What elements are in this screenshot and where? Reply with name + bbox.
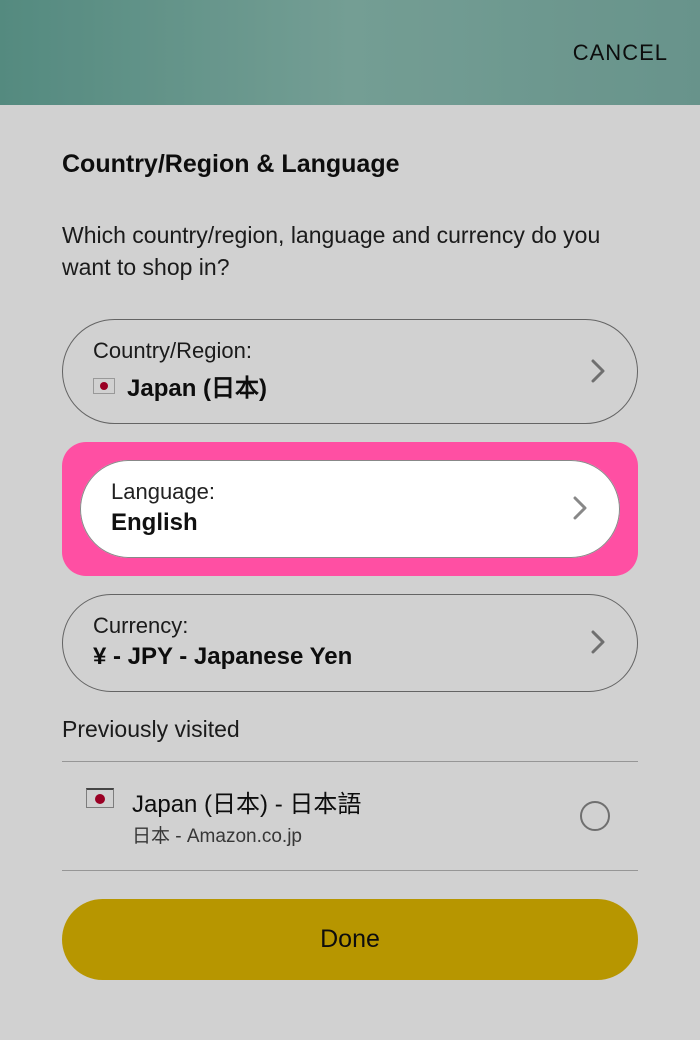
currency-value: ¥ - JPY - Japanese Yen (93, 643, 352, 671)
currency-selector[interactable]: Currency: ¥ - JPY - Japanese Yen (62, 594, 638, 692)
language-highlight: Language: English (62, 442, 638, 576)
radio-unselected-icon[interactable] (580, 801, 610, 831)
language-value: English (111, 509, 215, 537)
cancel-button[interactable]: CANCEL (573, 40, 668, 66)
previous-item-subtitle: 日本 - Amazon.co.jp (132, 821, 580, 848)
done-button[interactable]: Done (62, 899, 638, 980)
chevron-right-icon (571, 494, 589, 522)
page-subtitle: Which country/region, language and curre… (62, 219, 638, 283)
previously-visited-header: Previously visited (62, 716, 638, 743)
content-area: Country/Region & Language Which country/… (0, 105, 700, 980)
language-label: Language: (111, 479, 215, 505)
country-label: Country/Region: (93, 338, 267, 364)
japan-flag-icon (93, 378, 115, 394)
country-value: Japan (日本) (127, 368, 267, 403)
divider (62, 870, 638, 871)
chevron-right-icon (589, 628, 607, 656)
page-title: Country/Region & Language (62, 150, 638, 179)
previously-visited-item[interactable]: Japan (日本) - 日本語 日本 - Amazon.co.jp (62, 762, 638, 870)
previous-item-title: Japan (日本) - 日本語 (132, 784, 580, 819)
country-region-selector[interactable]: Country/Region: Japan (日本) (62, 319, 638, 424)
app-header: CANCEL (0, 0, 700, 105)
language-selector[interactable]: Language: English (80, 460, 620, 558)
chevron-right-icon (589, 357, 607, 385)
japan-flag-icon (86, 788, 114, 808)
currency-label: Currency: (93, 613, 352, 639)
